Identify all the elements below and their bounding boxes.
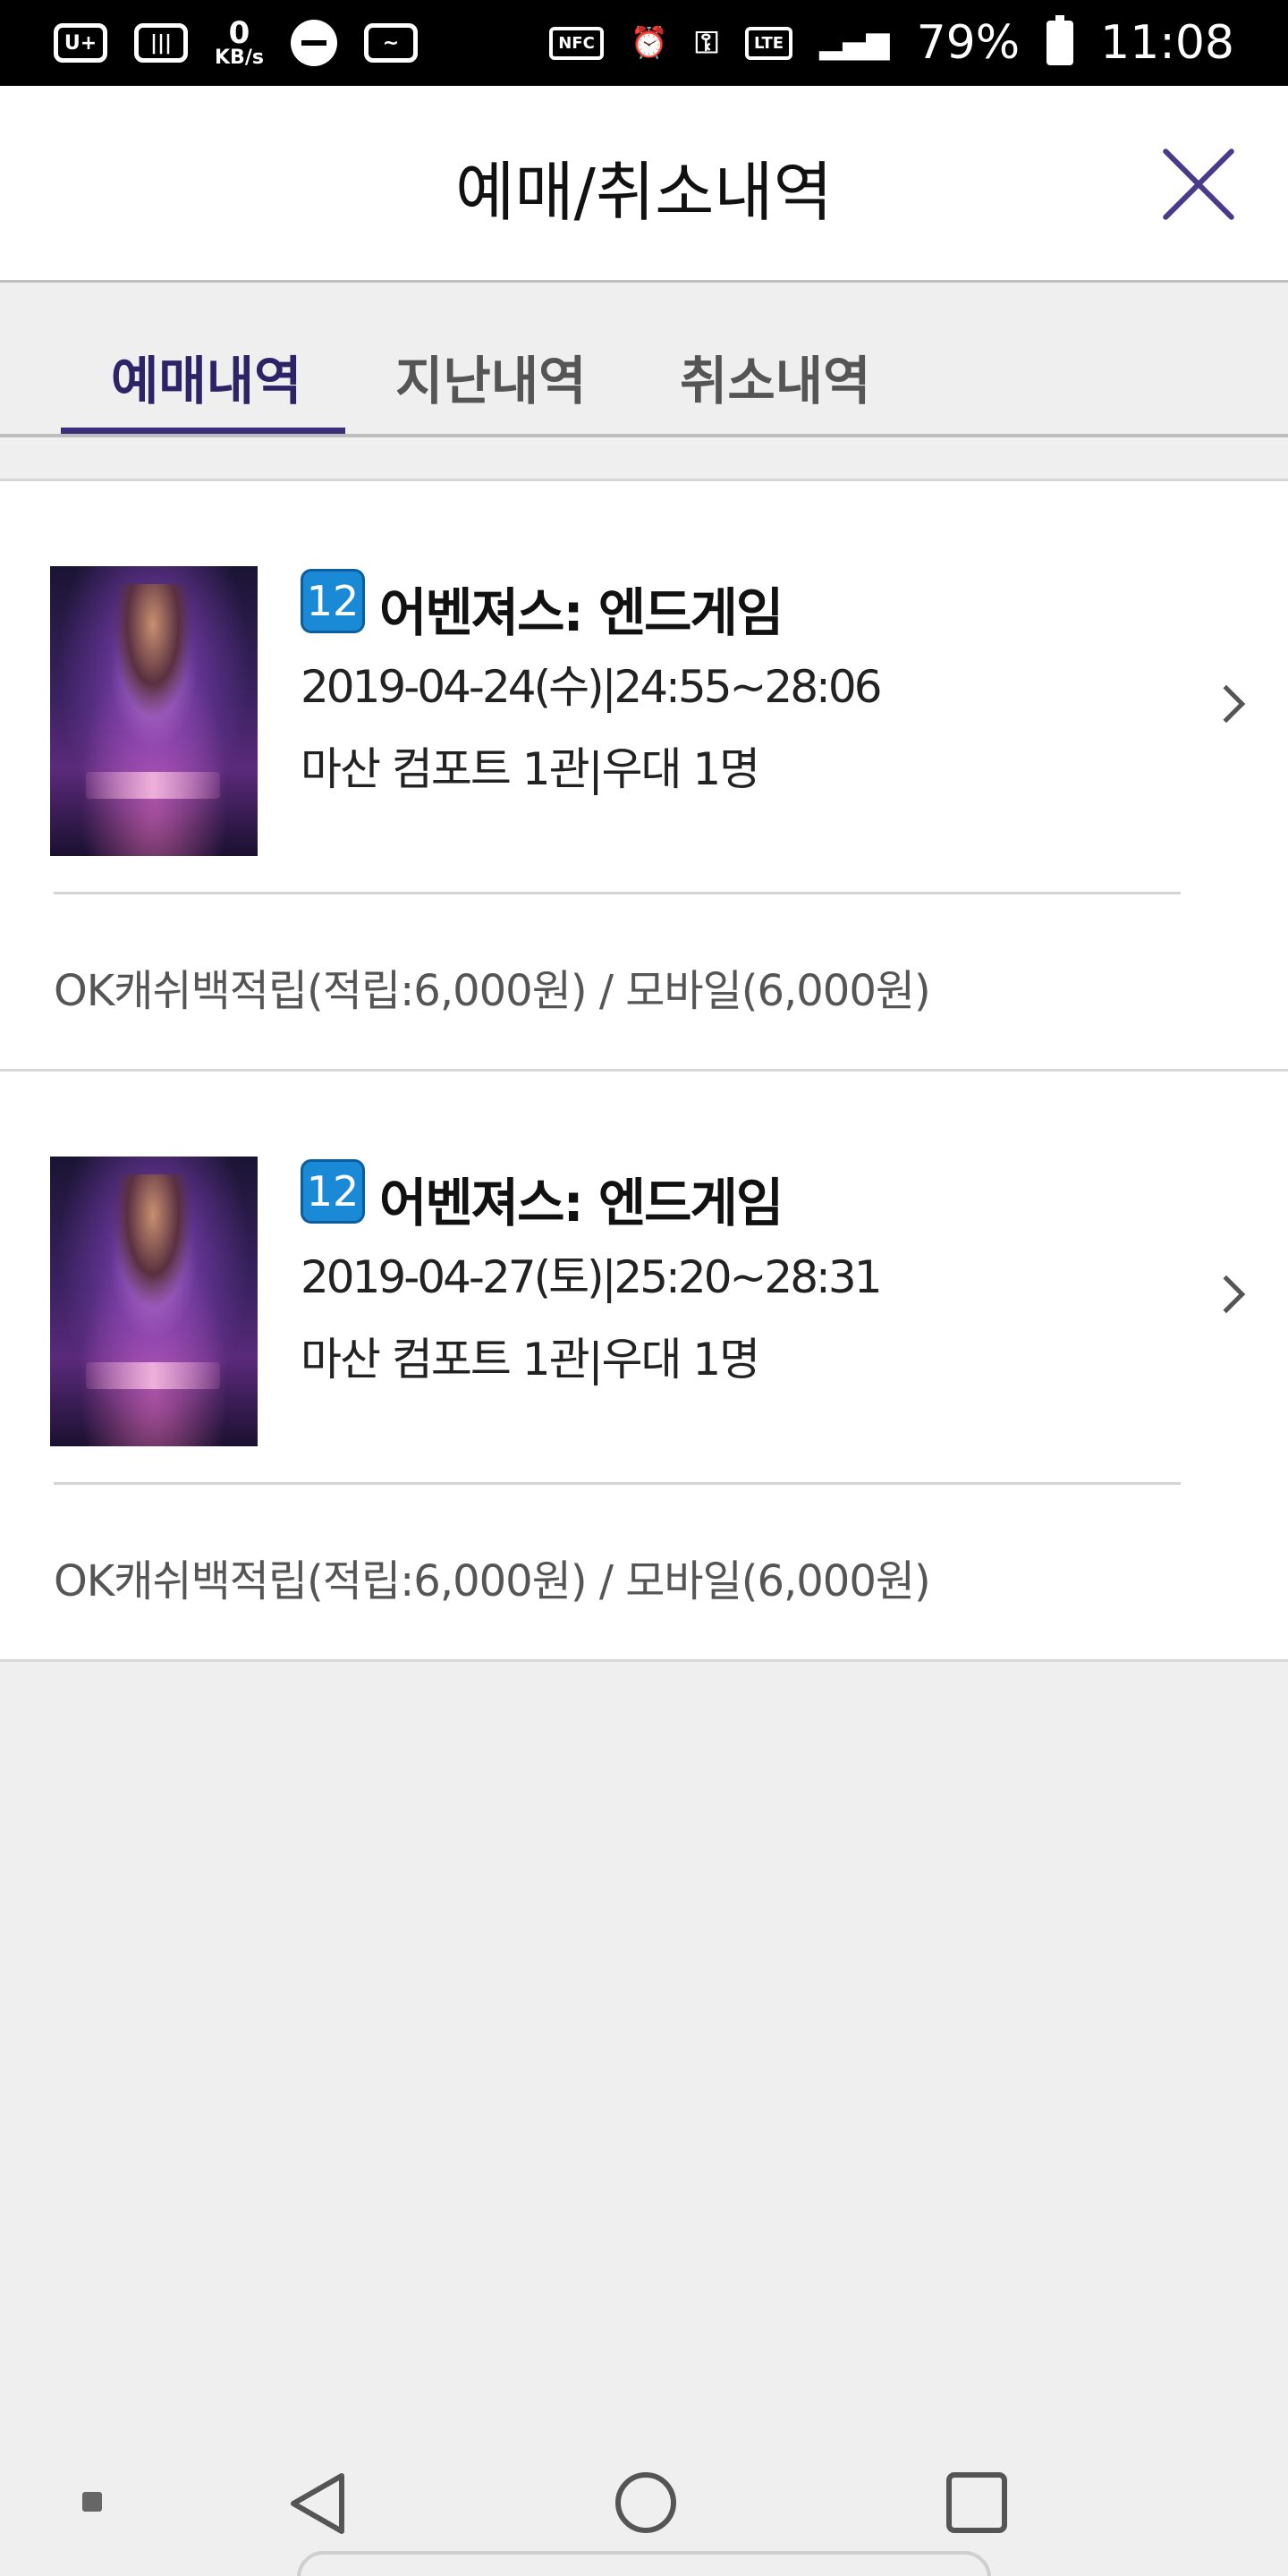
network-speed-unit: KB/s xyxy=(215,47,264,69)
show-datetime: 2019-04-24(수)|24:55~28:06 xyxy=(301,661,883,713)
tab-past[interactable]: 지난내역 xyxy=(395,339,586,439)
home-circle-icon xyxy=(615,2472,676,2533)
movie-poster xyxy=(50,566,258,856)
gesture-handle[interactable] xyxy=(297,2551,991,2576)
activity-icon: ~ xyxy=(363,23,418,63)
chevron-right-icon[interactable] xyxy=(1207,684,1246,724)
status-bar-right: NFC ⏰ ⚿ LTE ▂▄▆ 79% 11:08 xyxy=(549,15,1234,70)
active-tab-indicator xyxy=(61,428,345,434)
tab-bar: 예매내역 지난내역 취소내역 xyxy=(0,285,1288,437)
back-triangle-icon xyxy=(291,2473,344,2534)
network-speed: 0 KB/s xyxy=(215,18,264,68)
close-button[interactable] xyxy=(1154,140,1243,229)
signal-icon: ▂▄▆ xyxy=(819,25,890,61)
key-icon: ⚿ xyxy=(695,25,719,61)
network-speed-value: 0 xyxy=(228,15,250,51)
chevron-right-icon[interactable] xyxy=(1207,1275,1246,1314)
card-divider xyxy=(54,892,1181,894)
system-nav-bar xyxy=(0,2451,1288,2576)
venue-info: 마산 컴포트 1관|우대 1명 xyxy=(301,743,760,795)
page-header: 예매/취소내역 xyxy=(0,86,1288,283)
clock: 11:08 xyxy=(1100,16,1234,70)
movie-title: 어벤져스: 엔드게임 xyxy=(379,582,784,643)
battery-percent: 79% xyxy=(916,16,1021,70)
lte-icon: LTE xyxy=(745,26,793,60)
age-rating-badge: 12 xyxy=(301,1159,365,1224)
venue-info: 마산 컴포트 1관|우대 1명 xyxy=(301,1334,760,1385)
payment-info: OK캐쉬백적립(적립:6,000원) / 모바일(6,000원) xyxy=(54,966,931,1016)
barcode-icon: ||| xyxy=(134,23,188,63)
booking-card[interactable]: 12 어벤져스: 엔드게임 2019-04-27(토)|25:20~28:31 … xyxy=(0,1072,1288,1662)
nav-dot-icon[interactable] xyxy=(82,2492,102,2512)
recent-apps-square-icon xyxy=(946,2472,1007,2533)
home-button[interactable] xyxy=(614,2470,678,2535)
status-bar: U+ ||| 0 KB/s ~ NFC ⏰ ⚿ LTE ▂▄▆ 79% 11:0… xyxy=(0,0,1288,86)
status-bar-left: U+ ||| 0 KB/s ~ xyxy=(54,18,418,68)
card-divider xyxy=(54,1482,1181,1485)
battery-icon xyxy=(1046,15,1074,65)
alarm-icon: ⏰ xyxy=(630,25,669,61)
payment-info: OK캐쉬백적립(적립:6,000원) / 모바일(6,000원) xyxy=(54,1556,931,1606)
booking-card[interactable]: 12 어벤져스: 엔드게임 2019-04-24(수)|24:55~28:06 … xyxy=(0,481,1288,1072)
movie-title: 어벤져스: 엔드게임 xyxy=(379,1173,784,1233)
show-datetime: 2019-04-27(토)|25:20~28:31 xyxy=(301,1251,883,1303)
booking-list: 12 어벤져스: 엔드게임 2019-04-24(수)|24:55~28:06 … xyxy=(0,479,1288,1662)
tab-cancelled[interactable]: 취소내역 xyxy=(680,339,870,439)
age-rating-badge: 12 xyxy=(301,569,365,633)
carrier-icon: U+ xyxy=(54,23,107,63)
tab-reservations[interactable]: 예매내역 xyxy=(111,339,301,439)
do-not-disturb-icon xyxy=(290,20,337,66)
nfc-icon: NFC xyxy=(549,26,604,60)
page-title: 예매/취소내역 xyxy=(455,155,833,230)
recent-apps-button[interactable] xyxy=(945,2470,1009,2535)
movie-poster xyxy=(50,1157,258,1446)
